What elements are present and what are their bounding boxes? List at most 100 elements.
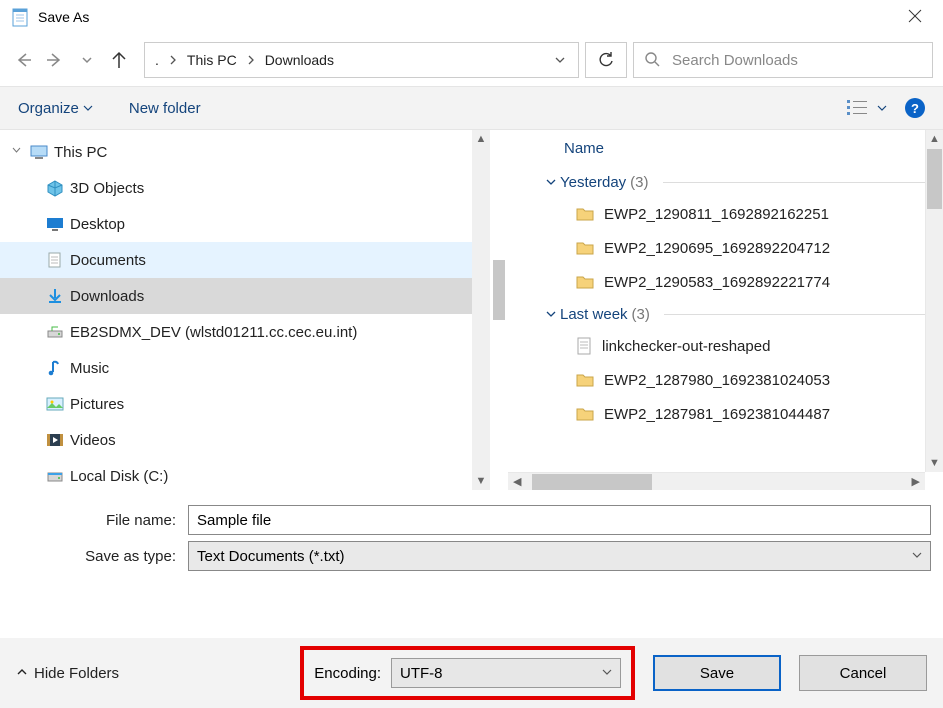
breadcrumb-this-pc[interactable]: This PC: [183, 50, 241, 70]
file-name: EWP2_1290811_1692892162251: [604, 206, 829, 223]
tree-item-documents[interactable]: Documents: [0, 242, 490, 278]
group-count: (3): [632, 306, 650, 323]
file-list-vertical-scrollbar[interactable]: ▲ ▼: [925, 130, 943, 472]
tree-item-downloads[interactable]: Downloads: [0, 278, 490, 314]
scroll-thumb[interactable]: [927, 149, 942, 209]
hide-folders-button[interactable]: Hide Folders: [16, 665, 119, 682]
chevron-right-icon[interactable]: [245, 52, 257, 68]
tree-root-this-pc[interactable]: This PC: [0, 134, 490, 170]
scroll-left-icon[interactable]: ◀: [508, 475, 526, 488]
videos-icon: [46, 431, 64, 449]
file-row[interactable]: EWP2_1290583_1692892221774: [518, 265, 925, 299]
filename-label: File name:: [12, 512, 180, 529]
tree-item[interactable]: Local Disk (C:): [0, 458, 490, 490]
file-name: EWP2_1287981_1692381044487: [604, 406, 830, 423]
search-input[interactable]: [670, 51, 922, 70]
tree-label: EB2SDMX_DEV (wlstd01211.cc.cec.eu.int): [70, 324, 357, 341]
nav-recent-dropdown[interactable]: [74, 47, 100, 73]
chevron-down-icon: [546, 174, 556, 191]
filename-input[interactable]: [188, 505, 931, 535]
file-row[interactable]: EWP2_1290811_1692892162251: [518, 197, 925, 231]
group-label: Yesterday: [560, 174, 626, 191]
column-header-name[interactable]: Name: [518, 130, 925, 167]
scroll-down-icon[interactable]: ▼: [926, 454, 943, 472]
music-icon: [46, 359, 64, 377]
file-row[interactable]: EWP2_1287980_1692381024053: [518, 363, 925, 397]
new-folder-button[interactable]: New folder: [129, 100, 201, 117]
save-as-type-label: Save as type:: [12, 548, 180, 565]
address-dropdown[interactable]: [548, 54, 572, 66]
tree-label: 3D Objects: [70, 180, 144, 197]
nav-back-button[interactable]: [10, 47, 36, 73]
folder-icon: [576, 372, 594, 388]
3d-objects-icon: [46, 179, 64, 197]
tree-item[interactable]: 3D Objects: [0, 170, 490, 206]
splitter[interactable]: [490, 130, 508, 490]
nav-forward-button[interactable]: [42, 47, 68, 73]
encoding-select[interactable]: UTF-8: [391, 658, 621, 688]
notepad-app-icon: [12, 7, 30, 27]
address-bar[interactable]: . This PC Downloads: [144, 42, 579, 78]
organize-label: Organize: [18, 100, 79, 117]
scroll-thumb[interactable]: [532, 474, 652, 490]
breadcrumb-current-folder[interactable]: Downloads: [261, 50, 338, 70]
save-as-type-value: Text Documents (*.txt): [197, 548, 345, 565]
scroll-down-icon[interactable]: ▼: [476, 472, 487, 490]
main-content: This PC 3D Objects Desktop Documents Dow…: [0, 130, 943, 490]
file-name: linkchecker-out-reshaped: [602, 338, 770, 355]
tree-label: Videos: [70, 432, 116, 449]
tree-item[interactable]: EB2SDMX_DEV (wlstd01211.cc.cec.eu.int): [0, 314, 490, 350]
search-icon: [644, 51, 660, 70]
tree-label: Local Disk (C:): [70, 468, 168, 485]
file-row[interactable]: EWP2_1290695_1692892204712: [518, 231, 925, 265]
footer-bar: Hide Folders Encoding: UTF-8 Save Cancel: [0, 638, 943, 708]
file-list-horizontal-scrollbar[interactable]: ◀ ▶: [508, 472, 925, 490]
encoding-value: UTF-8: [400, 665, 443, 682]
group-header[interactable]: Last week (3): [518, 299, 925, 329]
help-button[interactable]: ?: [905, 98, 925, 118]
tree-item[interactable]: Videos: [0, 422, 490, 458]
file-list-pane: Name Yesterday (3) EWP2_1290811_16928921…: [508, 130, 925, 472]
toolbar: Organize New folder ?: [0, 86, 943, 130]
chevron-right-icon[interactable]: [167, 52, 179, 68]
folder-tree-pane: This PC 3D Objects Desktop Documents Dow…: [0, 130, 490, 490]
tree-label: Documents: [70, 252, 146, 269]
tree-item[interactable]: Desktop: [0, 206, 490, 242]
tree-item[interactable]: Pictures: [0, 386, 490, 422]
navigation-bar: . This PC Downloads: [0, 34, 943, 86]
view-options-button[interactable]: [847, 99, 887, 117]
scroll-right-icon[interactable]: ▶: [907, 475, 925, 488]
save-as-type-select[interactable]: Text Documents (*.txt): [188, 541, 931, 571]
window-title: Save As: [38, 9, 89, 25]
refresh-button[interactable]: [585, 42, 627, 78]
network-drive-icon: [46, 323, 64, 341]
tree-label: This PC: [54, 144, 107, 161]
chevron-down-icon: [877, 100, 887, 116]
chevron-down-icon: [602, 667, 612, 680]
chevron-down-icon: [12, 146, 24, 158]
breadcrumb-root[interactable]: .: [151, 50, 163, 70]
tree-scrollbar[interactable]: ▲ ▼: [472, 130, 490, 490]
local-disk-icon: [46, 467, 64, 485]
file-row[interactable]: EWP2_1287981_1692381044487: [518, 397, 925, 431]
tree-item[interactable]: Music: [0, 350, 490, 386]
cancel-button[interactable]: Cancel: [799, 655, 927, 691]
window-close-button[interactable]: [895, 7, 935, 28]
organize-menu[interactable]: Organize: [18, 100, 93, 117]
scroll-up-icon[interactable]: ▲: [476, 130, 487, 148]
encoding-highlight: Encoding: UTF-8: [300, 646, 635, 700]
group-header[interactable]: Yesterday (3): [518, 167, 925, 197]
tree-label: Music: [70, 360, 109, 377]
save-button[interactable]: Save: [653, 655, 781, 691]
tree-label: Desktop: [70, 216, 125, 233]
folder-icon: [576, 240, 594, 256]
chevron-down-icon: [546, 306, 556, 323]
nav-up-button[interactable]: [106, 47, 132, 73]
search-box[interactable]: [633, 42, 933, 78]
scroll-up-icon[interactable]: ▲: [926, 130, 943, 148]
text-file-icon: [576, 337, 592, 355]
file-row[interactable]: linkchecker-out-reshaped: [518, 329, 925, 363]
chevron-down-icon: [83, 100, 93, 117]
folder-icon: [576, 274, 594, 290]
group-label: Last week: [560, 306, 628, 323]
